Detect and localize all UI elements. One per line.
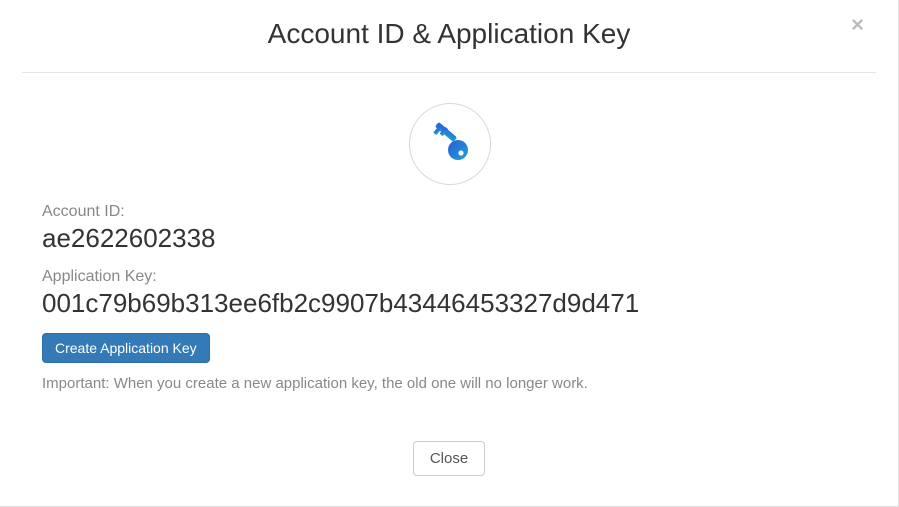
application-key-label: Application Key: — [42, 268, 858, 286]
create-application-key-button[interactable]: Create Application Key — [42, 333, 210, 363]
account-id-value: ae2622602338 — [42, 223, 858, 254]
close-icon[interactable]: × — [851, 14, 864, 36]
close-button[interactable]: Close — [413, 441, 485, 476]
account-id-label: Account ID: — [42, 203, 858, 221]
modal-footer: Close — [0, 441, 898, 476]
modal-title: Account ID & Application Key — [20, 18, 878, 50]
modal-dialog: × Account ID & Application Key — [0, 0, 899, 507]
modal-header: Account ID & Application Key — [0, 0, 898, 72]
important-note: Important: When you create a new applica… — [42, 375, 858, 392]
key-icon — [409, 103, 491, 185]
application-key-value: 001c79b69b313ee6fb2c9907b43446453327d9d4… — [42, 288, 858, 319]
icon-container — [42, 103, 858, 185]
modal-body: Account ID: ae2622602338 Application Key… — [0, 73, 898, 412]
